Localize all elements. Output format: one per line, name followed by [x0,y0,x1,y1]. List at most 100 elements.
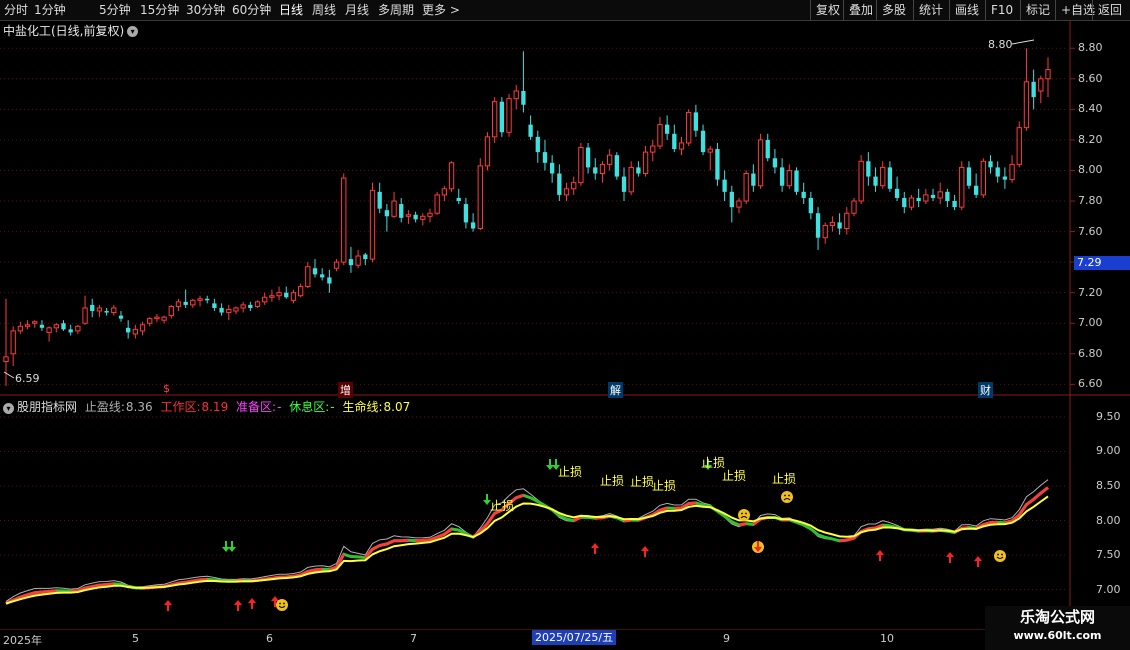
candle-body [484,136,491,167]
candle-body [456,197,461,202]
candle-body [499,101,505,133]
watermark-title: 乐淘公式网 [1019,608,1095,626]
candle-body [880,166,886,187]
candle-body [183,301,188,305]
candle-body [628,166,634,193]
work-zone-segment [846,536,855,542]
candle-body [240,304,246,309]
candle-body [1045,69,1051,80]
candle-body [118,315,124,319]
work-zone-segment [1025,498,1035,506]
candle-body [715,149,720,180]
work-zone-segment [386,539,395,546]
legend-takeprofit-label: 止盈线: [84,400,125,414]
candle-body [24,324,31,327]
candle-body [96,307,103,312]
candle-body [887,167,893,189]
candle-body [427,212,433,217]
legend-life-label: 生命线: [342,400,383,414]
candle-body [844,212,850,230]
candle-body [736,200,742,208]
work-zone-segment [379,542,388,547]
candle-body [492,101,498,138]
candle-body [61,323,66,330]
candle-body [657,124,663,147]
candle-body [506,98,512,133]
high-price-label: 8.80 [988,38,1013,51]
event-marker-dividend[interactable]: $ [163,382,170,395]
candle-body [190,299,196,306]
stop-loss-label: 止损 [652,479,676,493]
candle-body [528,124,533,137]
chevron-down-icon[interactable]: ▾ [3,403,14,414]
indicator-tick-label: 9.00 [1096,444,1121,458]
smile-icon [276,599,288,611]
event-marker-increase[interactable]: 增 [338,382,353,398]
candle-body [126,327,131,333]
candle-body [320,274,325,278]
sell-arrow-icon [222,541,230,552]
candle-body [980,160,986,196]
event-marker-unlock[interactable]: 解 [608,382,623,398]
face-eye [784,494,786,497]
life-line [5,495,1049,605]
candle-body [391,200,397,217]
candle-body [822,224,828,239]
candle-body [463,204,469,223]
price-tick-label: 6.80 [1078,346,1103,360]
buy-arrow-icon [234,600,242,611]
event-marker-finance[interactable]: 财 [978,382,993,398]
price-tick-label: 8.20 [1078,132,1103,146]
indicator-tick-label: 7.00 [1096,582,1121,596]
candle-body [384,210,390,217]
work-zone-segment [84,585,93,590]
date-label: 10 [880,632,894,645]
candle-body [111,307,117,314]
current-price-tag: 7.29 [1074,256,1130,270]
candle-body [441,188,448,196]
candle-body [563,188,570,196]
stop-loss-label: 止损 [722,469,746,483]
candle-body [700,130,706,153]
candle-body [923,194,929,202]
candle-body [808,197,814,214]
date-label: 7 [410,632,417,645]
candle-body [557,173,562,195]
legend-life-value: 8.07 [383,400,411,414]
buy-arrow-icon [248,598,256,609]
face-eye [1001,553,1003,556]
candle-body [571,182,577,190]
candle-body [276,292,282,297]
buy-arrow-icon [641,546,649,557]
work-zone-segment [1039,486,1049,495]
stop-loss-label: 止损 [490,499,514,513]
candle-body [75,325,81,332]
candle-body [894,188,900,198]
indicator-tick-label: 8.50 [1096,479,1121,492]
candle-body [377,191,382,209]
work-zone-segment [34,590,43,595]
candle-body [757,139,764,187]
low-price-label: 6.59 [15,372,40,385]
work-zone-segment [27,591,36,597]
candle-body [664,124,670,134]
legend-rest-value: - [330,400,335,414]
work-zone-segment [868,526,876,531]
candle-body [420,215,426,220]
work-zone-segment [738,522,747,527]
candle-body [858,160,864,202]
candle-body [363,254,368,260]
work-zone-segment [199,577,208,582]
candle-body [161,316,167,321]
work-zone-segment [839,538,847,543]
kline-chart[interactable]: 止损止损止损 止损止损止损止损 止损 [0,0,1130,650]
stop-loss-label: 止损 [600,474,624,488]
work-zone-segment [623,518,632,523]
candle-body [593,167,598,174]
face-eye [788,494,790,497]
work-zone-segment [314,567,323,572]
stop-loss-label: 止损 [701,456,725,470]
candle-body [82,307,88,324]
candle-body [132,328,139,335]
candle-body [369,189,376,260]
